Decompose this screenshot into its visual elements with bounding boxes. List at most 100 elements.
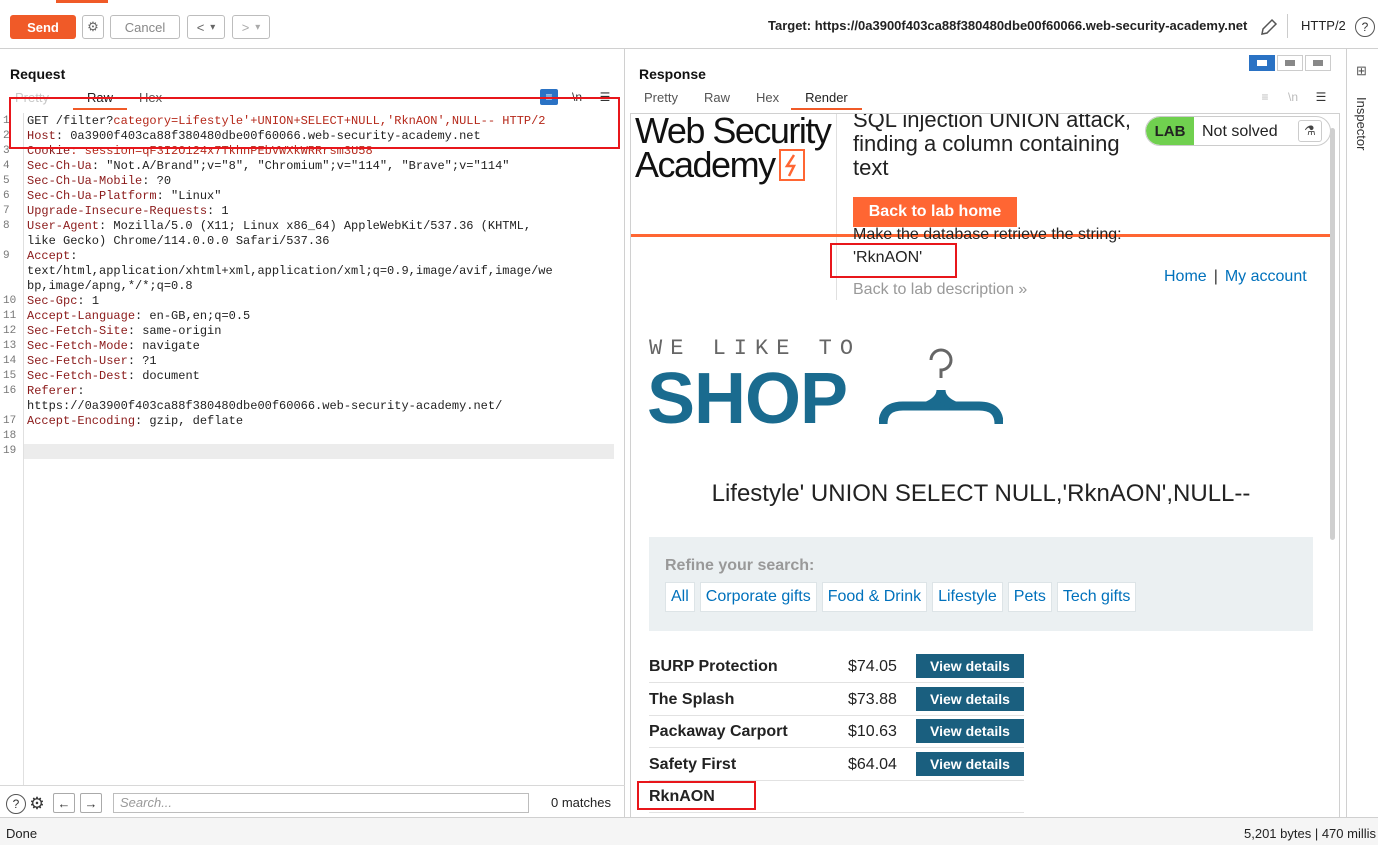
product-price: $64.04 <box>848 755 897 773</box>
code-line: Upgrade-Insecure-Requests: 1 <box>27 204 229 218</box>
inspector-sidebar[interactable]: ⊞ Inspector <box>1346 49 1378 817</box>
back-arrow-icon: < <box>196 19 205 35</box>
word-wrap-icon[interactable]: ≡ <box>1256 89 1274 105</box>
line-number: 18 <box>3 430 17 442</box>
code-line: Sec-Gpc: 1 <box>27 294 100 308</box>
code-line: Sec-Fetch-Mode: navigate <box>27 339 200 353</box>
newline-icon[interactable]: \n <box>1284 89 1302 105</box>
tab-raw[interactable]: Raw <box>704 90 730 105</box>
layout-stacked-button[interactable] <box>1277 55 1303 71</box>
status-text: Done <box>6 826 38 841</box>
line-number: 12 <box>3 325 17 337</box>
product-price: $74.05 <box>848 658 897 675</box>
filter-link[interactable]: Pets <box>1007 582 1052 612</box>
active-tab-indicator <box>56 0 108 3</box>
product-row: The Splash $73.88 View details <box>649 684 1024 716</box>
nav-home-link[interactable]: Home <box>1164 268 1207 285</box>
cancel-button[interactable]: Cancel <box>110 15 180 39</box>
code-line: Sec-Ch-Ua-Platform: "Linux" <box>27 189 222 203</box>
status-bar: Done 5,201 bytes | 470 millis <box>0 817 1378 845</box>
inspector-label[interactable]: Inspector <box>1354 97 1369 150</box>
help-icon[interactable]: ? <box>1355 17 1375 37</box>
search-input[interactable]: Search... <box>113 793 529 813</box>
search-bar: ? ⚙ ← → Search... 0 matches <box>0 785 625 817</box>
view-details-button[interactable]: View details <box>916 719 1024 743</box>
filter-link[interactable]: All <box>665 582 695 612</box>
code-line: Accept-Encoding: gzip, deflate <box>27 414 244 428</box>
response-title: Response <box>639 66 706 82</box>
line-number: 15 <box>3 370 17 382</box>
layout-toggle <box>1247 55 1331 71</box>
view-details-button[interactable]: View details <box>916 686 1024 711</box>
line-number: 16 <box>3 385 17 397</box>
scrollbar[interactable] <box>1330 128 1335 540</box>
filter-link[interactable]: Food & Drink <box>821 582 928 612</box>
response-tabs: Pretty Raw Hex Render <box>644 90 874 110</box>
edit-target-pencil-icon[interactable] <box>1259 17 1279 37</box>
search-prev-button[interactable]: ← <box>53 793 75 813</box>
settings-gear-icon[interactable]: ⚙ <box>27 794 47 814</box>
response-panel: Response Pretty Raw Hex Render ≡ \n ☰ We… <box>626 49 1346 818</box>
filter-link[interactable]: Tech gifts <box>1056 582 1137 612</box>
code-line: Sec-Ch-Ua-Mobile: ?0 <box>27 174 172 188</box>
view-details-button[interactable]: View details <box>916 751 1024 776</box>
request-panel: Request Pretty Raw Hex ≡ \n ☰ 1 GET /filt… <box>0 49 625 817</box>
main-toolbar: Send ⚙ Cancel < ▾ > ▾ Target: https://0a39… <box>0 0 1378 49</box>
product-row: BURP Protection $74.05 View details <box>649 651 1024 683</box>
protocol-label[interactable]: HTTP/2 <box>1301 18 1346 33</box>
line-number: 19 <box>3 445 17 457</box>
send-button[interactable]: Send <box>10 15 76 39</box>
lab-instructions: Make the database retrieve the string: <box>853 226 1122 243</box>
forward-arrow-icon: > <box>241 19 250 35</box>
response-stats: 5,201 bytes | 470 millis <box>1244 826 1376 841</box>
line-number: 13 <box>3 340 17 352</box>
menu-icon[interactable]: ☰ <box>1312 89 1330 105</box>
layout-side-by-side-button[interactable] <box>1249 55 1275 71</box>
layout-tabs-button[interactable] <box>1305 55 1331 71</box>
code-line: like Gecko) Chrome/114.0.0.0 Safari/537.… <box>27 234 330 248</box>
tab-hex[interactable]: Hex <box>756 90 779 105</box>
filter-link[interactable]: Lifestyle <box>932 582 1003 612</box>
lab-status-badge: LAB Not solved ⚗ <box>1145 116 1331 146</box>
search-next-button[interactable]: → <box>80 793 102 813</box>
hanger-icon <box>879 348 1003 425</box>
code-line: text/html,application/xhtml+xml,applicat… <box>27 264 553 278</box>
code-line: Sec-Fetch-Site: same-origin <box>27 324 222 338</box>
product-name: The Splash <box>649 690 735 708</box>
code-line: Sec-Fetch-User: ?1 <box>27 354 157 368</box>
back-to-lab-home-button[interactable]: Back to lab home <box>853 197 1017 227</box>
filter-link[interactable]: Corporate gifts <box>699 582 817 612</box>
cursor-line <box>24 444 614 459</box>
line-number: 11 <box>3 310 17 322</box>
highlight-box-request-line <box>9 97 620 149</box>
line-number: 17 <box>3 415 17 427</box>
line-number: 6 <box>3 190 10 202</box>
product-name: Packaway Carport <box>649 723 788 740</box>
line-number: 8 <box>3 220 10 232</box>
history-back-button[interactable]: < ▾ <box>187 15 225 39</box>
tab-render[interactable]: Render <box>791 90 862 110</box>
highlight-box-injected-row <box>637 781 756 810</box>
help-icon[interactable]: ? <box>6 794 26 814</box>
request-editor[interactable]: 1 GET /filter?category=Lifestyle'+UNION+S… <box>0 113 615 785</box>
history-forward-button[interactable]: > ▾ <box>232 15 270 39</box>
line-number: 4 <box>3 160 10 172</box>
code-line: Accept-Language: en-GB,en;q=0.5 <box>27 309 251 323</box>
nav-my-account-link[interactable]: My account <box>1225 268 1307 285</box>
view-details-button[interactable]: View details <box>916 654 1024 678</box>
web-security-academy-logo: Web Security Academy <box>635 113 832 185</box>
line-number: 10 <box>3 295 17 307</box>
dropdown-icon: ▾ <box>255 21 261 33</box>
tab-pretty[interactable]: Pretty <box>644 90 678 105</box>
code-line: Accept: <box>27 249 78 263</box>
shop-logo-text: SHOP <box>647 359 848 439</box>
line-number: 7 <box>3 205 10 217</box>
product-price: $73.88 <box>848 690 897 708</box>
settings-gear-icon[interactable]: ⚙ <box>82 15 104 39</box>
back-to-lab-description-link[interactable]: Back to lab description » <box>853 281 1027 299</box>
request-title: Request <box>10 66 66 82</box>
code-line: Sec-Ch-Ua: "Not.A/Brand";v="8", "Chromiu… <box>27 159 510 173</box>
search-matches: 0 matches <box>551 795 611 810</box>
target-url: Target: https://0a3900f403ca88f380480dbe… <box>768 18 1248 33</box>
rendered-page: Web Security Academy SQL injection UNION… <box>630 113 1340 818</box>
